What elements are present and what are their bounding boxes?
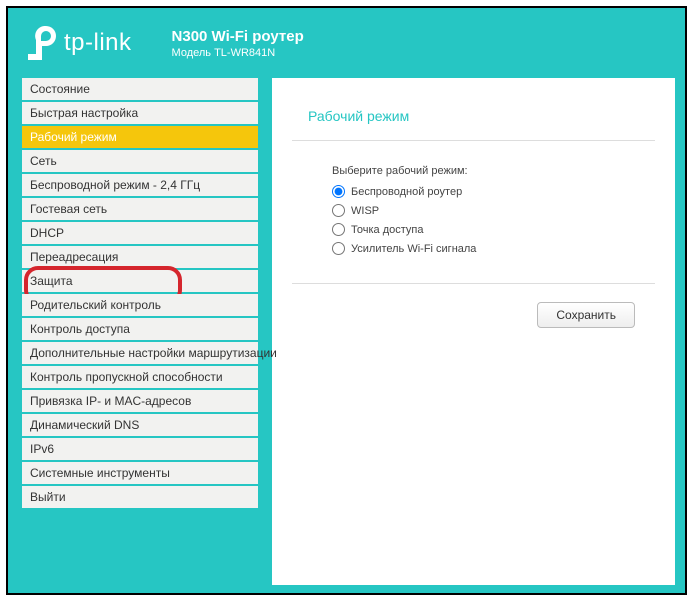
sidebar-item-13[interactable]: Привязка IP- и MAC-адресов [22,390,258,414]
sidebar-item-4[interactable]: Беспроводной режим - 2,4 ГГц [22,174,258,198]
sidebar-item-17[interactable]: Выйти [22,486,258,510]
sidebar-item-2[interactable]: Рабочий режим [22,126,258,150]
mode-option-label: WISP [351,205,379,217]
page-heading: Рабочий режим [292,102,655,141]
sidebar-item-3[interactable]: Сеть [22,150,258,174]
mode-radio-2[interactable] [332,223,345,236]
sidebar-item-5[interactable]: Гостевая сеть [22,198,258,222]
sidebar-item-0[interactable]: Состояние [22,78,258,102]
sidebar-item-9[interactable]: Родительский контроль [22,294,258,318]
mode-radio-0[interactable] [332,185,345,198]
content-panel: Рабочий режим Выберите рабочий режим: Бе… [272,78,675,585]
brand-logo: tp-link [28,26,132,60]
header-title-block: N300 Wi-Fi роутер Модель TL-WR841N [172,28,304,59]
divider [292,283,655,284]
product-model: Модель TL-WR841N [172,47,304,59]
mode-option-3[interactable]: Усилитель Wi-Fi сигнала [332,242,655,255]
mode-radio-3[interactable] [332,242,345,255]
sidebar-item-14[interactable]: Динамический DNS [22,414,258,438]
sidebar-item-10[interactable]: Контроль доступа [22,318,258,342]
sidebar-item-6[interactable]: DHCP [22,222,258,246]
sidebar-menu: СостояниеБыстрая настройкаРабочий режимС… [22,78,258,510]
sidebar-item-1[interactable]: Быстрая настройка [22,102,258,126]
product-title: N300 Wi-Fi роутер [172,28,304,45]
sidebar-item-8[interactable]: Защита [22,270,258,294]
sidebar: СостояниеБыстрая настройкаРабочий режимС… [8,78,258,585]
mode-option-label: Усилитель Wi-Fi сигнала [351,243,476,255]
sidebar-item-16[interactable]: Системные инструменты [22,462,258,486]
sidebar-item-15[interactable]: IPv6 [22,438,258,462]
save-button[interactable]: Сохранить [537,302,635,328]
header: tp-link N300 Wi-Fi роутер Модель TL-WR84… [8,8,685,78]
mode-option-2[interactable]: Точка доступа [332,223,655,236]
mode-option-1[interactable]: WISP [332,204,655,217]
mode-options: Беспроводной роутер WISP Точка доступа Усил… [332,185,655,255]
tplink-logo-icon [28,26,58,60]
sidebar-item-7[interactable]: Переадресация [22,246,258,270]
sidebar-item-11[interactable]: Дополнительные настройки маршрутизации [22,342,258,366]
brand-text: tp-link [64,29,132,57]
mode-option-label: Беспроводной роутер [351,186,462,198]
sidebar-item-12[interactable]: Контроль пропускной способности [22,366,258,390]
mode-option-label: Точка доступа [351,224,423,236]
mode-option-0[interactable]: Беспроводной роутер [332,185,655,198]
mode-prompt: Выберите рабочий режим: [332,165,655,177]
mode-radio-1[interactable] [332,204,345,217]
